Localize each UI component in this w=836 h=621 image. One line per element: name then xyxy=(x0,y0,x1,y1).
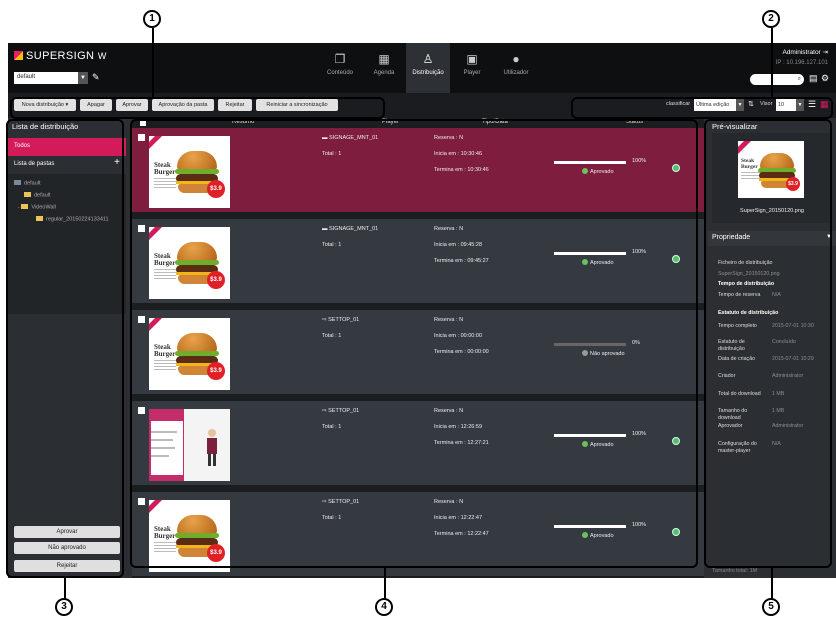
callout-line xyxy=(64,578,66,600)
admin-menu[interactable]: Administrator ⇥ xyxy=(782,48,828,56)
logo-icon xyxy=(14,51,23,60)
player-icon: ▣ xyxy=(466,52,478,66)
callout-box-preview xyxy=(704,119,832,568)
calendar-icon: ▦ xyxy=(378,52,390,66)
tab-schedule[interactable]: ▦ Agenda xyxy=(362,43,406,93)
callout-box-sort xyxy=(571,97,833,119)
main-nav: ❐ Conteúdo ▦ Agenda ♙ Distribuição ▣ Player … xyxy=(318,43,538,93)
tab-user[interactable]: ● Utilizador xyxy=(494,43,538,93)
callout-box-list xyxy=(130,119,698,568)
tab-label: Utilizador xyxy=(503,70,529,76)
tab-label: Conteúdo xyxy=(326,70,354,76)
callout-1: 1 xyxy=(143,10,161,28)
search-icon[interactable]: ⌕ xyxy=(798,76,801,82)
chevron-down-icon: ▼ xyxy=(78,72,88,84)
callout-line xyxy=(152,28,154,98)
admin-label: Administrator xyxy=(782,49,821,56)
distribution-icon: ♙ xyxy=(422,52,434,66)
top-bar: SUPERSIGN W default ▼ ✎ ❐ Conteúdo ▦ Agenda… xyxy=(8,43,836,93)
callout-line xyxy=(771,568,773,600)
tab-label: Player xyxy=(463,70,481,76)
document-icon[interactable]: ▤ xyxy=(809,73,818,84)
tab-label: Agenda xyxy=(373,70,395,76)
tab-label: Distribuição xyxy=(412,70,444,76)
logout-icon[interactable]: ⇥ xyxy=(823,49,828,56)
tab-content[interactable]: ❐ Conteúdo xyxy=(318,43,362,93)
callout-4: 4 xyxy=(375,598,393,616)
ip-address: IP : 10.196.127.101 xyxy=(775,60,828,66)
logo-text: SUPERSIGN xyxy=(26,50,95,62)
app-logo: SUPERSIGN W xyxy=(14,50,107,62)
callout-box-toolbar xyxy=(10,97,385,119)
gear-icon[interactable]: ⚙ xyxy=(821,73,829,84)
group-select[interactable]: default ▼ xyxy=(14,72,88,84)
callout-3: 3 xyxy=(55,598,73,616)
content-icon: ❐ xyxy=(334,52,346,66)
callout-line xyxy=(771,28,773,98)
callout-box-sidebar xyxy=(6,119,124,578)
search-input[interactable]: ⌕ xyxy=(750,74,804,85)
group-select-value: default xyxy=(17,74,36,80)
callout-line xyxy=(384,568,386,600)
callout-2: 2 xyxy=(762,10,780,28)
edit-icon[interactable]: ✎ xyxy=(92,72,100,83)
user-icon: ● xyxy=(512,52,520,66)
tab-distribution[interactable]: ♙ Distribuição xyxy=(406,43,450,93)
tab-player[interactable]: ▣ Player xyxy=(450,43,494,93)
logo-suffix: W xyxy=(97,51,107,61)
callout-5: 5 xyxy=(762,598,780,616)
